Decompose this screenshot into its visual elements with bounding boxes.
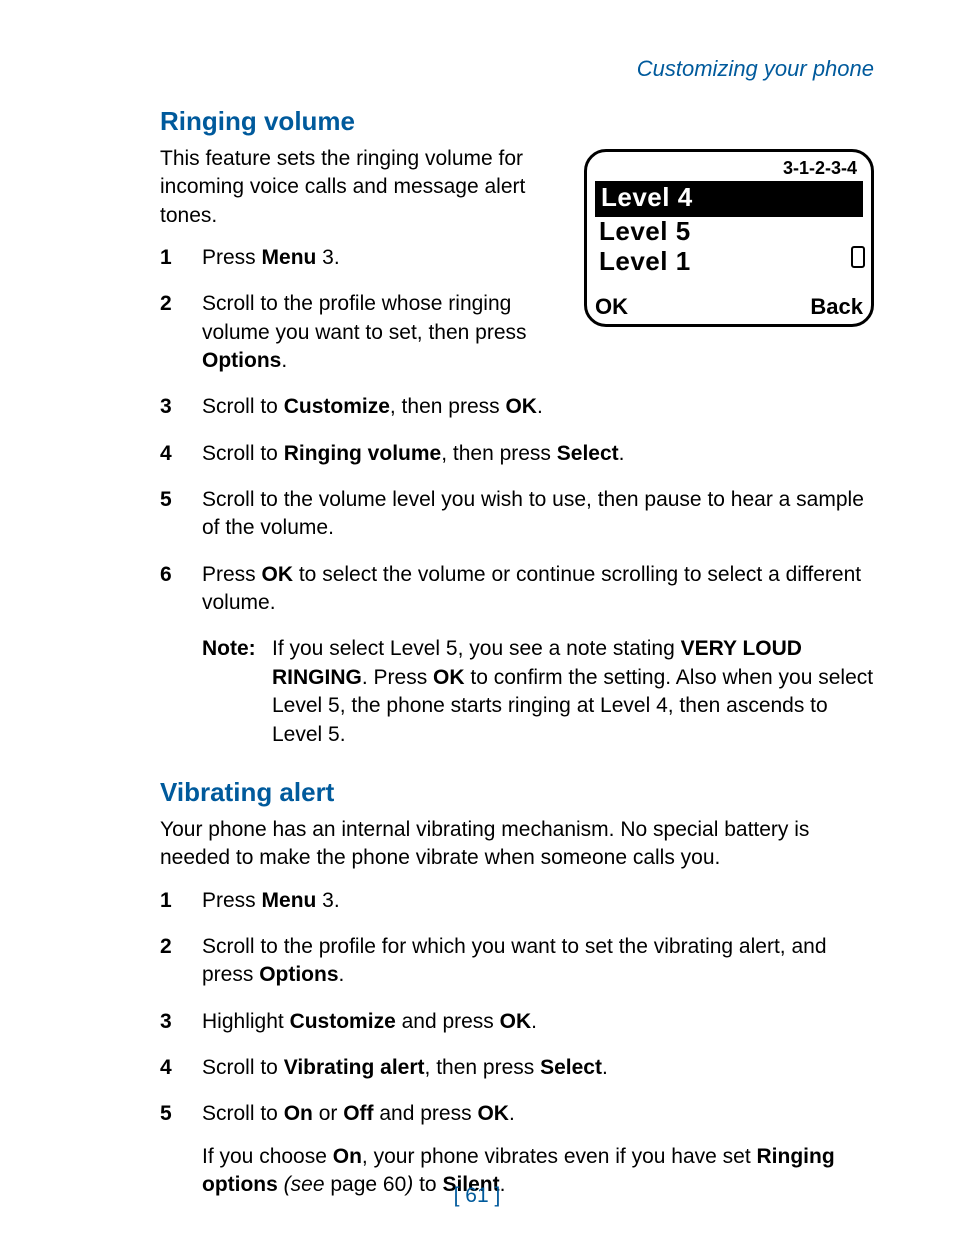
step-text: Scroll to	[202, 1056, 284, 1079]
step-text: , then press	[425, 1056, 541, 1079]
step-bold: Vibrating alert	[284, 1056, 425, 1079]
screen-menu-code: 3-1-2-3-4	[595, 158, 863, 179]
step: Scroll to the profile for which you want…	[160, 933, 874, 990]
step-text: .	[531, 1010, 537, 1033]
note-body: If you select Level 5, you see a note st…	[272, 635, 874, 748]
step-text: 3.	[316, 246, 339, 269]
step-bold: OK	[477, 1102, 509, 1125]
step-bold: Select	[540, 1056, 602, 1079]
step-bold: Customize	[284, 395, 390, 418]
section-vibrating-alert-title: Vibrating alert	[160, 777, 874, 808]
note-label: Note:	[202, 635, 272, 748]
step-bold: Options	[202, 349, 281, 372]
step-text: , then press	[390, 395, 506, 418]
step-text: or	[313, 1102, 343, 1125]
step-text: Press	[202, 889, 262, 912]
step-text: Scroll to the profile whose ringing volu…	[202, 292, 527, 343]
step-bold: OK	[500, 1010, 532, 1033]
note-text: . Press	[362, 666, 433, 689]
section1-steps: Press Menu 3. Scroll to the profile whos…	[160, 244, 874, 617]
step: Scroll to Customize, then press OK.	[160, 393, 874, 421]
section2-intro: Your phone has an internal vibrating mec…	[160, 816, 874, 873]
step-bold: Menu	[262, 246, 317, 269]
step-text: .	[281, 349, 287, 372]
note-text: If you select Level 5, you see a note st…	[272, 637, 681, 660]
step: Press OK to select the volume or continu…	[160, 561, 874, 618]
step-bold: Customize	[290, 1010, 396, 1033]
step-bold: OK	[262, 563, 294, 586]
step-text: Press	[202, 563, 262, 586]
step-bold: On	[284, 1102, 313, 1125]
step-text: Scroll to	[202, 395, 284, 418]
note-block: Note: If you select Level 5, you see a n…	[202, 635, 874, 748]
step-text: Scroll to	[202, 442, 284, 465]
bold: On	[333, 1145, 362, 1168]
text: , your phone vibrates even if you have s…	[362, 1145, 757, 1168]
screen-row-selected: Level 4	[595, 181, 863, 215]
step-text: and press	[374, 1102, 478, 1125]
section-ringing-volume-title: Ringing volume	[160, 106, 874, 137]
step-bold: OK	[505, 395, 537, 418]
step-text: Scroll to	[202, 1102, 284, 1125]
step-bold: Select	[557, 442, 619, 465]
step-text: .	[339, 963, 345, 986]
step-bold: Options	[259, 963, 338, 986]
step-text: to select the volume or continue scrolli…	[202, 563, 861, 614]
step-text: .	[537, 395, 543, 418]
step-bold: Menu	[262, 889, 317, 912]
step: Press Menu 3.	[160, 244, 874, 272]
text: If you choose	[202, 1145, 333, 1168]
step-text: , then press	[441, 442, 557, 465]
step: Scroll to Vibrating alert, then press Se…	[160, 1054, 874, 1082]
step: Scroll to Ringing volume, then press Sel…	[160, 440, 874, 468]
step-text: 3.	[316, 889, 339, 912]
step-text: Press	[202, 246, 262, 269]
step-text: .	[509, 1102, 515, 1125]
step: Highlight Customize and press OK.	[160, 1008, 874, 1036]
page-number: [ 61 ]	[0, 1184, 954, 1208]
step: Scroll to the profile whose ringing volu…	[160, 290, 874, 375]
step: Scroll to On or Off and press OK.	[160, 1100, 874, 1128]
step-text: Highlight	[202, 1010, 290, 1033]
step-text: and press	[396, 1010, 500, 1033]
step-text: .	[619, 442, 625, 465]
running-header: Customizing your phone	[160, 56, 874, 82]
step-bold: Ringing volume	[284, 442, 442, 465]
screen-row: Level 5	[595, 215, 863, 247]
section2-steps: Press Menu 3. Scroll to the profile for …	[160, 887, 874, 1129]
step: Press Menu 3.	[160, 887, 874, 915]
step: Scroll to the volume level you wish to u…	[160, 486, 874, 543]
step-bold: Off	[343, 1102, 373, 1125]
note-bold: OK	[433, 666, 465, 689]
step-text: .	[602, 1056, 608, 1079]
